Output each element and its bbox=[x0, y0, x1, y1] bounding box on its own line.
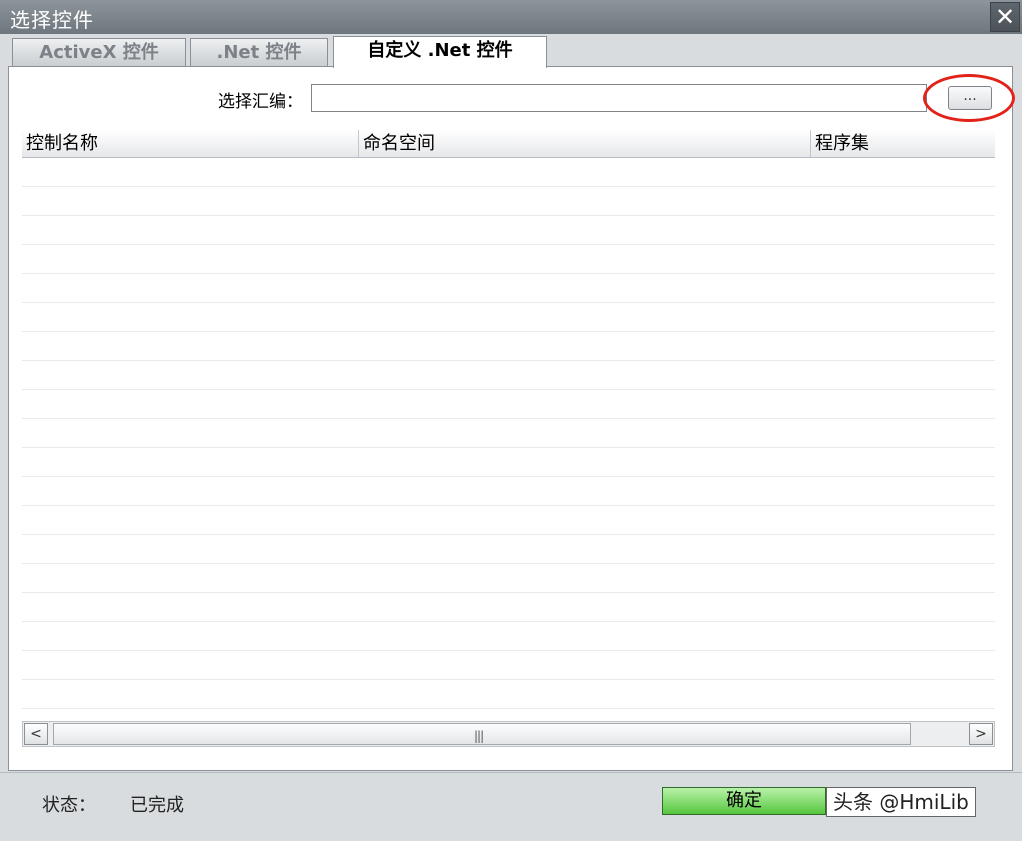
table-body-empty bbox=[22, 158, 995, 720]
chevron-right-icon: > bbox=[975, 726, 987, 742]
table-header: 控制名称 命名空间 程序集 bbox=[22, 130, 995, 158]
column-header-namespace[interactable]: 命名空间 bbox=[359, 130, 811, 157]
status-label: 状态： bbox=[42, 795, 96, 816]
scrollbar-thumb[interactable]: ||| bbox=[53, 723, 911, 745]
horizontal-scrollbar[interactable]: < ||| > bbox=[22, 721, 995, 747]
tab-dotnet[interactable]: .Net 控件 bbox=[190, 38, 328, 66]
status-bar: 状态： 已完成 确定 头条 @HmiLib bbox=[0, 772, 1022, 841]
tab-custom-dotnet[interactable]: 自定义 .Net 控件 bbox=[333, 36, 547, 68]
status-value: 已完成 bbox=[130, 795, 184, 816]
close-icon: ✕ bbox=[994, 3, 1016, 31]
title-bar[interactable]: 选择控件 ✕ bbox=[0, 0, 1022, 35]
scroll-left-button[interactable]: < bbox=[24, 723, 48, 745]
scroll-right-button[interactable]: > bbox=[969, 723, 993, 745]
tab-strip: ActiveX 控件 .Net 控件 自定义 .Net 控件 bbox=[0, 34, 1022, 68]
browse-button[interactable]: ... bbox=[948, 86, 992, 110]
grip-icon: ||| bbox=[474, 729, 484, 743]
select-control-dialog: 选择控件 ✕ ActiveX 控件 .Net 控件 自定义 .Net 控件 选择… bbox=[0, 0, 1022, 841]
chevron-left-icon: < bbox=[30, 726, 42, 742]
assembly-label: 选择汇编： bbox=[218, 92, 303, 112]
tab-activex[interactable]: ActiveX 控件 bbox=[12, 38, 186, 66]
column-header-assembly[interactable]: 程序集 bbox=[811, 130, 995, 157]
dialog-title: 选择控件 bbox=[10, 8, 94, 32]
column-header-control-name[interactable]: 控制名称 bbox=[22, 130, 359, 157]
ok-button[interactable]: 确定 bbox=[662, 787, 826, 815]
controls-table[interactable]: 控制名称 命名空间 程序集 bbox=[22, 130, 995, 720]
assembly-path-input[interactable] bbox=[311, 84, 927, 112]
close-button[interactable]: ✕ bbox=[990, 2, 1020, 32]
watermark: 头条 @HmiLib bbox=[826, 787, 976, 817]
